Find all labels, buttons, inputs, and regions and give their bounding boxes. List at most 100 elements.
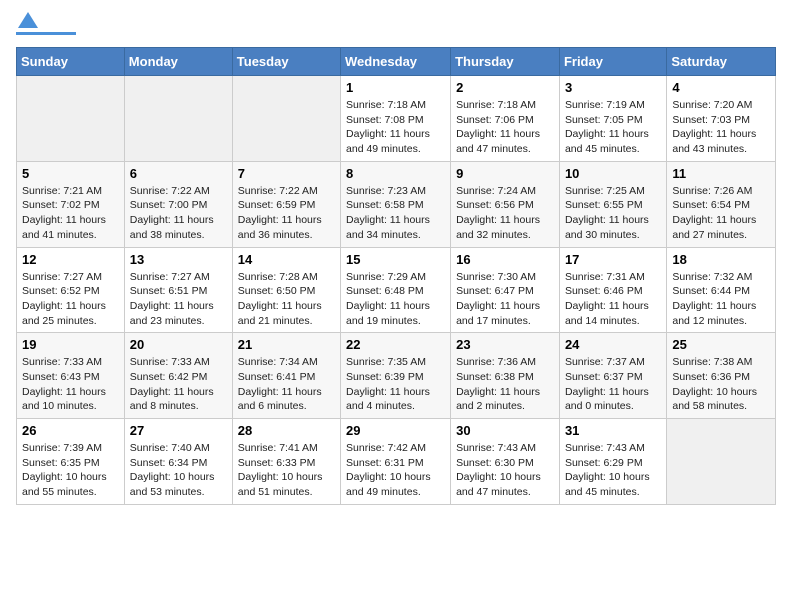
calendar-cell: 18 Sunrise: 7:32 AM Sunset: 6:44 PM Dayli… xyxy=(667,247,776,333)
day-number: 7 xyxy=(238,166,335,181)
day-info: Sunrise: 7:36 AM Sunset: 6:38 PM Dayligh… xyxy=(456,355,554,414)
day-number: 12 xyxy=(22,252,119,267)
day-info: Sunrise: 7:26 AM Sunset: 6:54 PM Dayligh… xyxy=(672,184,770,243)
day-number: 13 xyxy=(130,252,227,267)
calendar-cell xyxy=(17,76,125,162)
day-info: Sunrise: 7:41 AM Sunset: 6:33 PM Dayligh… xyxy=(238,441,335,500)
calendar-cell: 13 Sunrise: 7:27 AM Sunset: 6:51 PM Dayli… xyxy=(124,247,232,333)
calendar-cell: 5 Sunrise: 7:21 AM Sunset: 7:02 PM Daylig… xyxy=(17,161,125,247)
day-info: Sunrise: 7:27 AM Sunset: 6:52 PM Dayligh… xyxy=(22,270,119,329)
day-number: 21 xyxy=(238,337,335,352)
day-number: 22 xyxy=(346,337,445,352)
day-info: Sunrise: 7:22 AM Sunset: 7:00 PM Dayligh… xyxy=(130,184,227,243)
calendar-cell: 16 Sunrise: 7:30 AM Sunset: 6:47 PM Dayli… xyxy=(451,247,560,333)
day-info: Sunrise: 7:34 AM Sunset: 6:41 PM Dayligh… xyxy=(238,355,335,414)
day-number: 26 xyxy=(22,423,119,438)
day-number: 4 xyxy=(672,80,770,95)
weekday-header: Tuesday xyxy=(232,48,340,76)
day-number: 30 xyxy=(456,423,554,438)
day-number: 1 xyxy=(346,80,445,95)
calendar-cell: 31 Sunrise: 7:43 AM Sunset: 6:29 PM Dayli… xyxy=(559,419,666,505)
day-number: 8 xyxy=(346,166,445,181)
calendar-cell: 2Sunrise: 7:18 AM Sunset: 7:06 PM Daylig… xyxy=(451,76,560,162)
calendar-cell: 15 Sunrise: 7:29 AM Sunset: 6:48 PM Dayli… xyxy=(341,247,451,333)
calendar-week-row: 26Sunrise: 7:39 AM Sunset: 6:35 PM Dayli… xyxy=(17,419,776,505)
calendar-cell: 21 Sunrise: 7:34 AM Sunset: 6:41 PM Dayli… xyxy=(232,333,340,419)
calendar-cell: 11 Sunrise: 7:26 AM Sunset: 6:54 PM Dayli… xyxy=(667,161,776,247)
day-number: 15 xyxy=(346,252,445,267)
day-info: Sunrise: 7:33 AM Sunset: 6:43 PM Dayligh… xyxy=(22,355,119,414)
calendar-cell: 26Sunrise: 7:39 AM Sunset: 6:35 PM Dayli… xyxy=(17,419,125,505)
day-number: 31 xyxy=(565,423,661,438)
day-info: Sunrise: 7:30 AM Sunset: 6:47 PM Dayligh… xyxy=(456,270,554,329)
day-number: 18 xyxy=(672,252,770,267)
calendar-cell: 22 Sunrise: 7:35 AM Sunset: 6:39 PM Dayli… xyxy=(341,333,451,419)
day-info: Sunrise: 7:21 AM Sunset: 7:02 PM Dayligh… xyxy=(22,184,119,243)
calendar-cell: 14 Sunrise: 7:28 AM Sunset: 6:50 PM Dayli… xyxy=(232,247,340,333)
day-number: 9 xyxy=(456,166,554,181)
day-info: Sunrise: 7:25 AM Sunset: 6:55 PM Dayligh… xyxy=(565,184,661,243)
calendar-week-row: 12 Sunrise: 7:27 AM Sunset: 6:52 PM Dayli… xyxy=(17,247,776,333)
calendar-week-row: 1 Sunrise: 7:18 AM Sunset: 7:08 PM Daylig… xyxy=(17,76,776,162)
day-info: Sunrise: 7:19 AM Sunset: 7:05 PM Dayligh… xyxy=(565,98,661,157)
day-info: Sunrise: 7:38 AM Sunset: 6:36 PM Dayligh… xyxy=(672,355,770,414)
day-number: 10 xyxy=(565,166,661,181)
calendar-cell: 6 Sunrise: 7:22 AM Sunset: 7:00 PM Daylig… xyxy=(124,161,232,247)
page-header xyxy=(16,16,776,35)
calendar-cell: 23 Sunrise: 7:36 AM Sunset: 6:38 PM Dayli… xyxy=(451,333,560,419)
calendar-cell: 24 Sunrise: 7:37 AM Sunset: 6:37 PM Dayli… xyxy=(559,333,666,419)
calendar-cell xyxy=(124,76,232,162)
day-info: Sunrise: 7:28 AM Sunset: 6:50 PM Dayligh… xyxy=(238,270,335,329)
day-info: Sunrise: 7:35 AM Sunset: 6:39 PM Dayligh… xyxy=(346,355,445,414)
calendar-week-row: 5 Sunrise: 7:21 AM Sunset: 7:02 PM Daylig… xyxy=(17,161,776,247)
calendar-table: SundayMondayTuesdayWednesdayThursdayFrid… xyxy=(16,47,776,505)
day-number: 16 xyxy=(456,252,554,267)
calendar-cell: 17Sunrise: 7:31 AM Sunset: 6:46 PM Dayli… xyxy=(559,247,666,333)
calendar-cell: 9 Sunrise: 7:24 AM Sunset: 6:56 PM Daylig… xyxy=(451,161,560,247)
calendar-cell: 8Sunrise: 7:23 AM Sunset: 6:58 PM Daylig… xyxy=(341,161,451,247)
day-number: 2 xyxy=(456,80,554,95)
day-number: 14 xyxy=(238,252,335,267)
day-info: Sunrise: 7:32 AM Sunset: 6:44 PM Dayligh… xyxy=(672,270,770,329)
calendar-cell: 27Sunrise: 7:40 AM Sunset: 6:34 PM Dayli… xyxy=(124,419,232,505)
calendar-cell: 3 Sunrise: 7:19 AM Sunset: 7:05 PM Daylig… xyxy=(559,76,666,162)
calendar-cell: 28 Sunrise: 7:41 AM Sunset: 6:33 PM Dayli… xyxy=(232,419,340,505)
logo-icon xyxy=(18,10,38,30)
calendar-cell: 12 Sunrise: 7:27 AM Sunset: 6:52 PM Dayli… xyxy=(17,247,125,333)
day-info: Sunrise: 7:22 AM Sunset: 6:59 PM Dayligh… xyxy=(238,184,335,243)
day-number: 25 xyxy=(672,337,770,352)
day-number: 20 xyxy=(130,337,227,352)
day-info: Sunrise: 7:24 AM Sunset: 6:56 PM Dayligh… xyxy=(456,184,554,243)
day-info: Sunrise: 7:37 AM Sunset: 6:37 PM Dayligh… xyxy=(565,355,661,414)
calendar-cell: 19Sunrise: 7:33 AM Sunset: 6:43 PM Dayli… xyxy=(17,333,125,419)
day-number: 23 xyxy=(456,337,554,352)
day-info: Sunrise: 7:33 AM Sunset: 6:42 PM Dayligh… xyxy=(130,355,227,414)
calendar-cell xyxy=(232,76,340,162)
weekday-header: Thursday xyxy=(451,48,560,76)
calendar-cell: 20 Sunrise: 7:33 AM Sunset: 6:42 PM Dayli… xyxy=(124,333,232,419)
day-info: Sunrise: 7:42 AM Sunset: 6:31 PM Dayligh… xyxy=(346,441,445,500)
day-number: 3 xyxy=(565,80,661,95)
calendar-week-row: 19Sunrise: 7:33 AM Sunset: 6:43 PM Dayli… xyxy=(17,333,776,419)
calendar-cell xyxy=(667,419,776,505)
calendar-cell: 10 Sunrise: 7:25 AM Sunset: 6:55 PM Dayli… xyxy=(559,161,666,247)
day-info: Sunrise: 7:27 AM Sunset: 6:51 PM Dayligh… xyxy=(130,270,227,329)
calendar-cell: 29Sunrise: 7:42 AM Sunset: 6:31 PM Dayli… xyxy=(341,419,451,505)
day-info: Sunrise: 7:29 AM Sunset: 6:48 PM Dayligh… xyxy=(346,270,445,329)
day-number: 28 xyxy=(238,423,335,438)
day-number: 24 xyxy=(565,337,661,352)
day-info: Sunrise: 7:20 AM Sunset: 7:03 PM Dayligh… xyxy=(672,98,770,157)
calendar-cell: 1 Sunrise: 7:18 AM Sunset: 7:08 PM Daylig… xyxy=(341,76,451,162)
calendar-cell: 30 Sunrise: 7:43 AM Sunset: 6:30 PM Dayli… xyxy=(451,419,560,505)
weekday-header: Wednesday xyxy=(341,48,451,76)
day-number: 5 xyxy=(22,166,119,181)
day-info: Sunrise: 7:43 AM Sunset: 6:29 PM Dayligh… xyxy=(565,441,661,500)
logo xyxy=(16,16,76,35)
day-number: 11 xyxy=(672,166,770,181)
calendar-cell: 4 Sunrise: 7:20 AM Sunset: 7:03 PM Daylig… xyxy=(667,76,776,162)
day-info: Sunrise: 7:18 AM Sunset: 7:08 PM Dayligh… xyxy=(346,98,445,157)
day-info: Sunrise: 7:43 AM Sunset: 6:30 PM Dayligh… xyxy=(456,441,554,500)
weekday-header: Saturday xyxy=(667,48,776,76)
logo-underline xyxy=(16,32,76,35)
day-number: 6 xyxy=(130,166,227,181)
